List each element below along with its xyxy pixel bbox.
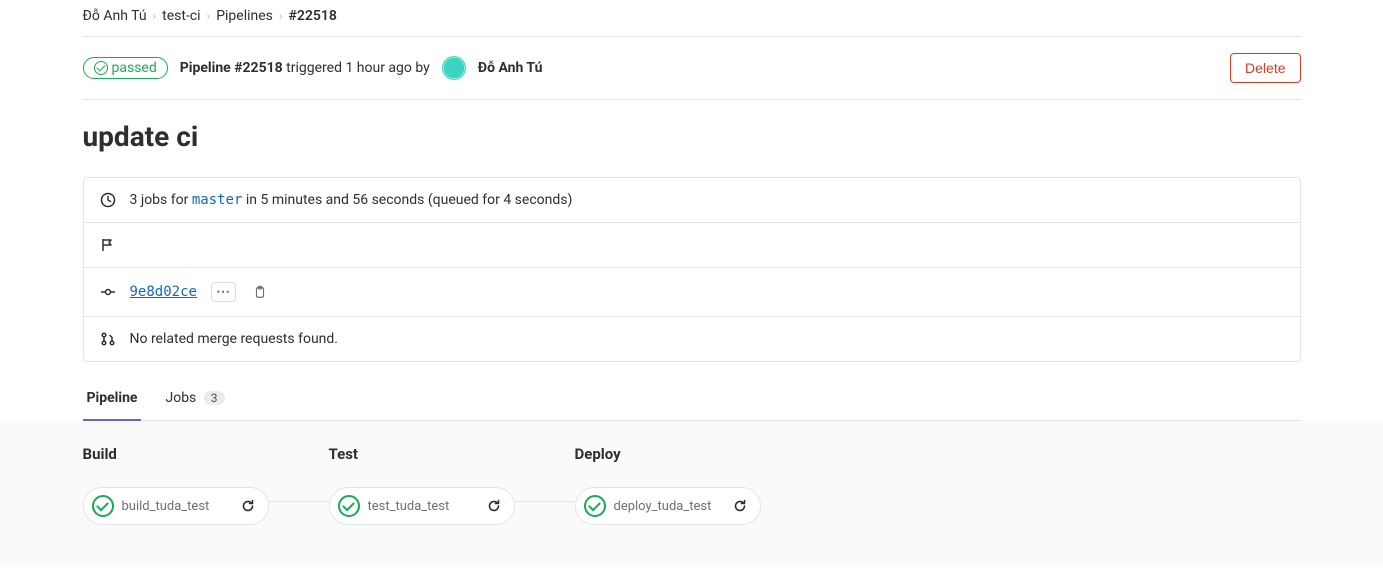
connector-line — [269, 501, 329, 502]
tabs: Pipeline Jobs 3 — [83, 362, 1301, 421]
flag-row — [84, 223, 1300, 268]
stage-build: Build build_tuda_test — [83, 445, 269, 525]
retry-button[interactable] — [236, 494, 260, 518]
triggered-text: triggered 1 hour ago by — [286, 60, 430, 76]
stage-title: Build — [83, 445, 269, 463]
flag-icon — [100, 237, 116, 253]
commit-sha-link[interactable]: 9e8d02ce — [130, 284, 197, 300]
job-name: deploy_tuda_test — [614, 499, 720, 514]
breadcrumb-user[interactable]: Đỗ Anh Tú — [83, 8, 147, 24]
check-circle-icon — [584, 495, 606, 517]
retry-icon — [486, 498, 502, 514]
status-label: passed — [112, 60, 157, 76]
check-circle-icon — [94, 61, 108, 75]
mr-message: No related merge requests found. — [130, 331, 338, 347]
stage-deploy: Deploy deploy_tuda_test — [575, 445, 761, 525]
check-circle-icon — [338, 495, 360, 517]
job-deploy[interactable]: deploy_tuda_test — [575, 487, 761, 525]
chevron-right-icon: › — [153, 9, 157, 23]
jobs-summary-text: 3 jobs for master in 5 minutes and 56 se… — [130, 192, 573, 208]
retry-button[interactable] — [482, 494, 506, 518]
jobs-summary-row: 3 jobs for master in 5 minutes and 56 se… — [84, 178, 1300, 223]
author-name[interactable]: Đỗ Anh Tú — [478, 60, 543, 76]
pipeline-header: passed Pipeline #22518 triggered 1 hour … — [83, 37, 1301, 100]
stage-test: Test test_tuda_test — [329, 445, 515, 525]
job-name: build_tuda_test — [122, 499, 228, 514]
retry-icon — [240, 498, 256, 514]
tab-pipeline[interactable]: Pipeline — [83, 378, 142, 420]
chevron-right-icon: › — [207, 9, 211, 23]
pipeline-id: #22518 — [234, 60, 282, 76]
merge-request-row: No related merge requests found. — [84, 317, 1300, 361]
stage-title: Test — [329, 445, 515, 463]
commit-icon — [100, 284, 116, 300]
connector-line — [515, 501, 575, 502]
job-name: test_tuda_test — [368, 499, 474, 514]
jobs-count-badge: 3 — [204, 391, 225, 405]
pipeline-graph: Build build_tuda_test Test test_tuda_tes… — [0, 421, 1383, 565]
job-build[interactable]: build_tuda_test — [83, 487, 269, 525]
pipeline-prefix: Pipeline — [180, 60, 231, 76]
commit-row: 9e8d02ce ⋯ — [84, 268, 1300, 317]
breadcrumb-section[interactable]: Pipelines — [216, 8, 273, 24]
branch-link[interactable]: master — [192, 192, 243, 208]
tab-jobs[interactable]: Jobs 3 — [161, 378, 228, 420]
expand-message-button[interactable]: ⋯ — [211, 282, 236, 302]
check-circle-icon — [92, 495, 114, 517]
status-badge[interactable]: passed — [83, 57, 168, 79]
info-block: 3 jobs for master in 5 minutes and 56 se… — [83, 177, 1301, 362]
chevron-right-icon: › — [279, 9, 283, 23]
retry-button[interactable] — [728, 494, 752, 518]
tab-jobs-label: Jobs — [165, 390, 196, 406]
clock-icon — [100, 192, 116, 208]
clipboard-icon — [253, 285, 267, 299]
jobs-prefix: 3 jobs for — [130, 192, 192, 208]
page-title: update ci — [83, 100, 1301, 177]
breadcrumb-current: #22518 — [289, 8, 337, 24]
avatar[interactable] — [442, 56, 466, 80]
breadcrumb: Đỗ Anh Tú › test-ci › Pipelines › #22518 — [83, 0, 1301, 37]
copy-sha-button[interactable] — [250, 282, 270, 302]
jobs-suffix: in 5 minutes and 56 seconds (queued for … — [242, 192, 572, 208]
stage-title: Deploy — [575, 445, 761, 463]
merge-request-icon — [100, 331, 116, 347]
pipeline-info: Pipeline #22518 triggered 1 hour ago by — [180, 60, 430, 76]
job-test[interactable]: test_tuda_test — [329, 487, 515, 525]
delete-button[interactable]: Delete — [1230, 53, 1300, 83]
breadcrumb-project[interactable]: test-ci — [162, 8, 200, 24]
retry-icon — [732, 498, 748, 514]
